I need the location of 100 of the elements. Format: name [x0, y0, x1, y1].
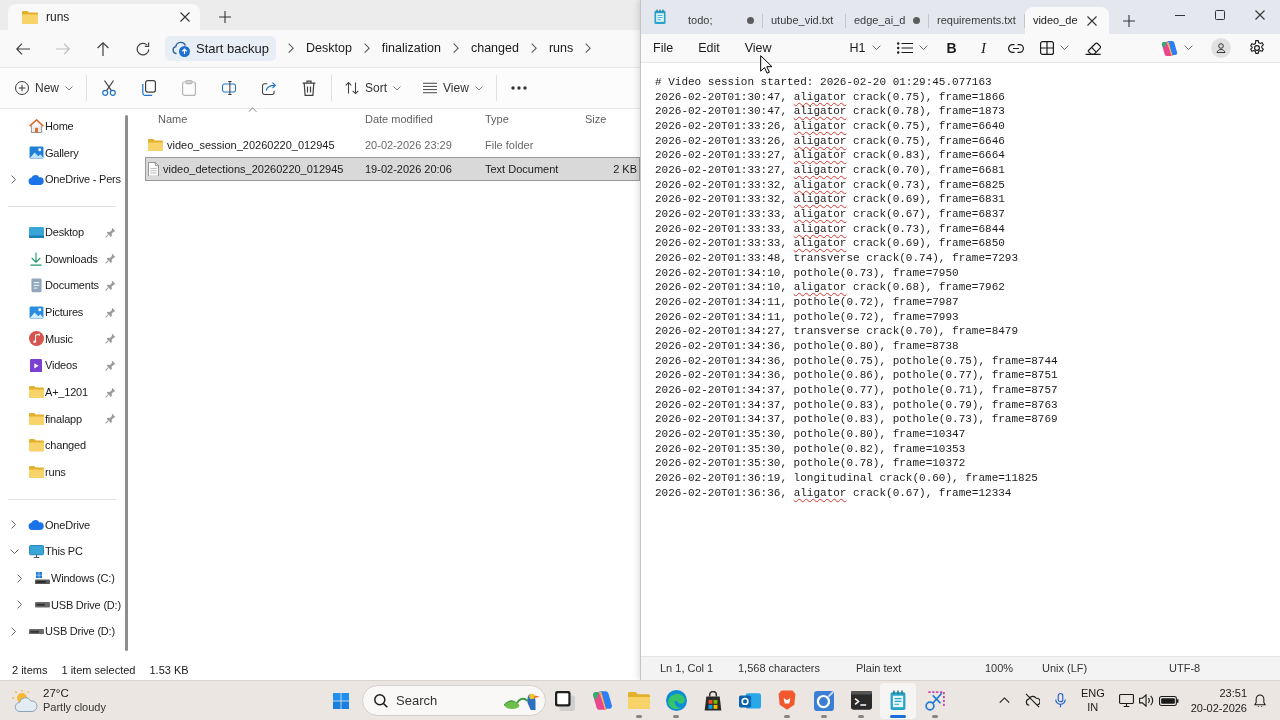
column-header[interactable]: Size [578, 109, 640, 129]
text-format: Plain text [856, 661, 902, 677]
sidebar-item[interactable]: This PC [0, 538, 124, 565]
new-button[interactable]: New [8, 73, 80, 103]
video-icon [30, 358, 42, 373]
settings-icon [1249, 40, 1265, 56]
text-line: 2026-02-20T01:35:30, pothole(0.80), frame=10347 [655, 427, 966, 442]
monitor-icon [1118, 693, 1134, 708]
menu-item[interactable]: View [736, 36, 780, 60]
weather-condition: Partly cloudy [43, 700, 106, 715]
sort-button[interactable]: Sort [338, 73, 409, 103]
cloud-upload-icon [172, 40, 190, 57]
sidebar-item[interactable]: USB Drive (D:) [0, 618, 124, 645]
chevron-right-icon [530, 43, 537, 54]
cloud-icon [28, 519, 44, 530]
backup-button[interactable]: Start backup [165, 36, 276, 61]
four-squares-icon [333, 692, 349, 709]
sidebar-item[interactable]: OneDrive [0, 511, 124, 539]
view-button[interactable]: View [416, 73, 490, 103]
plus-circle-icon [15, 80, 29, 96]
chevron-up-icon [998, 697, 1010, 704]
menu-item[interactable]: File [645, 36, 682, 60]
drive-icon [34, 572, 50, 585]
document-tab[interactable]: requirements.txt [929, 7, 1025, 34]
file-size: 2 KB [613, 161, 638, 177]
sidebar-item[interactable]: OneDrive - Pers [0, 166, 124, 193]
text-line: 2026-02-20T01:30:47, aligator crack(0.78), frame=1873 [655, 104, 1005, 119]
item-count: 2 items [12, 662, 48, 678]
italic-button[interactable]: I [970, 35, 997, 61]
sidebar-item[interactable]: Downloads [0, 245, 124, 273]
sidebar-item[interactable]: changed [0, 432, 124, 459]
breadcrumb-item[interactable]: changed [468, 36, 521, 61]
heading-button[interactable]: H1 [844, 35, 886, 61]
document-tab[interactable]: video_de [1024, 7, 1109, 34]
caret-down-icon [393, 85, 402, 91]
clock-button[interactable]: 23:51 20-02-2026 [1187, 684, 1250, 717]
sidebar-item[interactable]: Home [0, 113, 124, 140]
document-tab[interactable]: edge_ai_d [846, 7, 929, 34]
document-tab[interactable]: utube_vid.txt [763, 7, 846, 34]
shopping-bag-icon [703, 690, 723, 711]
sidebar-item[interactable]: USB Drive (D:) [0, 591, 124, 619]
more-icon [510, 86, 527, 90]
file-row[interactable]: video_session_20260220_012945 20-02-2026 23:29 File folder [145, 133, 640, 157]
sidebar-item[interactable]: Music [0, 325, 124, 353]
sidebar-item[interactable]: Gallery [0, 139, 124, 167]
sidebar-item[interactable]: Desktop [0, 218, 124, 246]
sidebar-item[interactable]: Videos [0, 352, 124, 379]
sidebar-item[interactable]: Windows (C:) [0, 564, 124, 592]
file-row[interactable]: video_detections_20260220_012945 19-02-2026 20:06 Text Document 2 KB [145, 157, 640, 181]
search-icon [374, 693, 388, 708]
shield-icon [778, 690, 796, 711]
sidebar-item[interactable]: Pictures [0, 298, 124, 326]
bold-button[interactable]: B [938, 35, 965, 61]
menu-item[interactable]: Edit [690, 36, 728, 60]
breadcrumb-item[interactable]: runs [546, 36, 576, 61]
text-line: 2026-02-20T01:33:27, aligator crack(0.70), frame=6681 [655, 163, 1005, 178]
column-header[interactable]: Name [145, 109, 358, 129]
list-lines-icon [423, 82, 438, 94]
account-icon [1211, 38, 1231, 58]
folder-icon [628, 691, 650, 710]
language-button[interactable]: ENG IN [1075, 684, 1110, 717]
desktop-icon [28, 226, 44, 238]
search-bar[interactable]: Search [362, 685, 546, 716]
refresh-icon [136, 41, 150, 56]
text-line: 2026-02-20T01:36:36, aligator crack(0.67), frame=12334 [655, 485, 1012, 501]
music-note-icon [28, 331, 44, 347]
text-line: 2026-02-20T01:34:11, pothole(0.72), frame=7993 [655, 309, 959, 325]
caret-down-icon [918, 45, 928, 51]
cloud-icon [28, 174, 44, 185]
scissors-icon [102, 80, 116, 96]
sidebar-item[interactable]: A+_1201 [0, 378, 124, 406]
window-icon [555, 690, 575, 711]
scrollbar-thumb[interactable] [125, 115, 128, 651]
microphone-icon [1054, 693, 1066, 708]
text-line: 2026-02-20T01:33:33, aligator crack(0.69), frame=6850 [655, 236, 1005, 252]
weather-widget[interactable]: 27°C Partly cloudy [0, 682, 112, 719]
zoom-level: 100% [985, 661, 1014, 677]
sidebar-item[interactable]: finalapp [0, 405, 124, 433]
sort-arrows-icon [345, 81, 359, 95]
breadcrumb-item[interactable]: Desktop [304, 36, 354, 61]
chevron-right-icon [452, 43, 459, 54]
window-tab[interactable]: runs [8, 4, 200, 30]
column-header[interactable]: Date modified [358, 109, 478, 129]
line-ending: Unix (LF) [1042, 661, 1088, 677]
search-input[interactable]: Search [396, 690, 496, 711]
text-line: 2026-02-20T01:30:47, aligator crack(0.75), frame=1866 [655, 89, 1005, 105]
file-type: Text Document [484, 161, 559, 177]
document-tab[interactable]: todo; [680, 7, 763, 34]
breadcrumb-item[interactable]: finalization [379, 36, 443, 61]
sidebar-item[interactable]: Documents [0, 272, 124, 299]
minimize-icon [1175, 14, 1185, 16]
column-header[interactable]: Type [478, 109, 578, 129]
text-line: 2026-02-20T01:33:26, aligator crack(0.75), frame=6640 [655, 119, 1005, 134]
text-box-icon [222, 80, 236, 96]
chevron-right-icon [17, 600, 23, 610]
text-line: 2026-02-20T01:34:36, pothole(0.80), frame=8738 [655, 339, 959, 354]
caret-down-icon [474, 85, 483, 91]
sidebar-item[interactable]: runs [0, 458, 124, 486]
text-line: 2026-02-20T01:34:10, aligator crack(0.68), frame=7962 [655, 280, 1005, 296]
text-line: 2026-02-20T01:34:37, pothole(0.77), pothole(0.71), frame=8757 [655, 383, 1058, 398]
